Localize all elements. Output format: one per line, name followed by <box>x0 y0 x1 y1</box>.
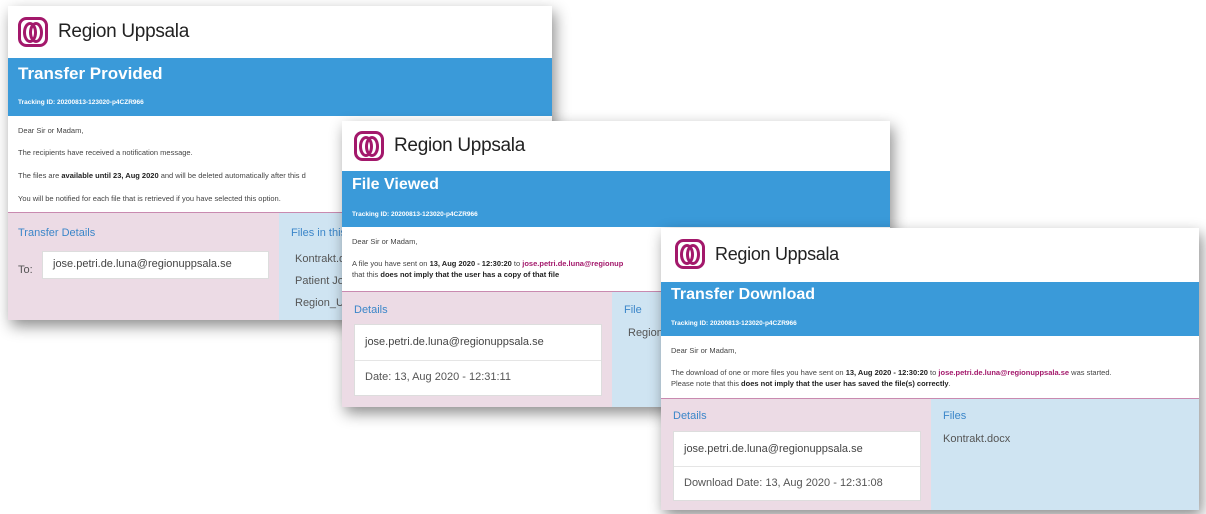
title-banner: File Viewed Tracking ID: 20200813-123020… <box>342 171 890 227</box>
message-text: A file you have sent on <box>352 259 430 268</box>
message-line-1: The recipients have received a notificat… <box>18 148 193 157</box>
message-text: to <box>511 259 523 268</box>
file-item[interactable]: Patient Jo <box>295 275 344 287</box>
message-text: to <box>927 368 939 377</box>
recipient-email: jose.petri.de.luna@regionuppsala.se <box>684 443 863 455</box>
brand-header: Region Uppsala <box>18 6 552 58</box>
file-item[interactable]: Kontrakt.docx <box>943 433 1010 445</box>
files-heading: Files <box>943 410 967 422</box>
details-panel: Details jose.petri.de.luna@regionuppsala… <box>661 399 931 510</box>
message-line-3: You will be notified for each file that … <box>18 194 281 203</box>
message-line-2: The files are available until 23, Aug 20… <box>18 171 306 181</box>
file-item[interactable]: Region <box>628 327 663 339</box>
disclaimer: does not imply that the user has saved t… <box>741 379 949 388</box>
region-uppsala-logo-icon <box>354 131 384 161</box>
message-text: Please note that this <box>671 379 742 388</box>
message-text: that this <box>352 270 381 279</box>
region-uppsala-logo-icon <box>675 239 705 269</box>
message-line-2: that this does not imply that the user h… <box>352 270 559 280</box>
brand-header: Region Uppsala <box>675 228 1199 280</box>
title-banner: Transfer Download Tracking ID: 20200813-… <box>661 282 1199 336</box>
brand-name: Region Uppsala <box>715 243 839 264</box>
availability-date: available until 23, Aug 2020 <box>61 171 159 180</box>
sent-date: 13, Aug 2020 - 12:30:20 <box>429 259 512 268</box>
details-panel: Details jose.petri.de.luna@regionuppsala… <box>342 292 612 407</box>
region-uppsala-logo-icon <box>18 17 48 47</box>
transfer-details-panel: Transfer Details To: jose.petri.de.luna@… <box>8 213 279 320</box>
message-text: and will be deleted automatically after … <box>158 171 306 180</box>
email-title: Transfer Download <box>671 286 816 303</box>
details-heading: Details <box>673 410 707 422</box>
recipient-email: jose.petri.de.luna@regionuppsala.se <box>53 258 232 270</box>
download-date: Download Date: 13, Aug 2020 - 12:31:08 <box>684 477 883 489</box>
recipient-email: jose.petri.de.luna@regionuppsala.se <box>365 336 544 348</box>
row-divider <box>355 360 601 361</box>
greeting: Dear Sir or Madam, <box>18 126 84 135</box>
details-box: jose.petri.de.luna@regionuppsala.se Down… <box>673 431 921 501</box>
greeting: Dear Sir or Madam, <box>352 237 418 246</box>
email-title: Transfer Provided <box>18 64 163 83</box>
message-text: . <box>948 379 951 388</box>
message-text: The files are <box>18 171 62 180</box>
message-line-1: The download of one or more files you ha… <box>671 368 1112 378</box>
file-item[interactable]: Region_U <box>295 297 344 309</box>
to-label: To: <box>18 264 33 276</box>
title-banner: Transfer Provided Tracking ID: 20200813-… <box>8 58 552 116</box>
message-line-1: A file you have sent on 13, Aug 2020 - 1… <box>352 259 623 269</box>
greeting: Dear Sir or Madam, <box>671 346 737 355</box>
message-line-2: Please note that this does not imply tha… <box>671 379 951 389</box>
recipient-email-link[interactable]: jose.petri.de.luna@regionuppsala.se <box>938 368 1069 377</box>
files-heading: Files in this <box>291 227 347 239</box>
disclaimer: does not imply that the user has a copy … <box>380 270 560 279</box>
recipient-email-field: jose.petri.de.luna@regionuppsala.se <box>42 251 269 279</box>
brand-header: Region Uppsala <box>354 121 890 171</box>
file-item[interactable]: Kontrakt.d <box>295 253 345 265</box>
details-box: jose.petri.de.luna@regionuppsala.se Date… <box>354 324 602 396</box>
files-heading: File <box>624 304 642 316</box>
row-divider <box>674 466 920 467</box>
transfer-details-heading: Transfer Details <box>18 227 96 239</box>
message-text: The download of one or more files you ha… <box>671 368 846 377</box>
brand-name: Region Uppsala <box>58 21 189 42</box>
email-title: File Viewed <box>352 176 439 193</box>
files-panel: Files Kontrakt.docx <box>931 399 1199 510</box>
brand-name: Region Uppsala <box>394 135 525 156</box>
details-heading: Details <box>354 304 388 316</box>
tracking-id: Tracking ID: 20200813-123020-p4CZR966 <box>18 99 144 106</box>
email-card-transfer-download: Region Uppsala Transfer Download Trackin… <box>661 228 1199 510</box>
message-text: was started. <box>1069 368 1112 377</box>
viewed-date: Date: 13, Aug 2020 - 12:31:11 <box>365 371 511 383</box>
tracking-id: Tracking ID: 20200813-123020-p4CZR966 <box>352 211 478 218</box>
recipient-email-link[interactable]: jose.petri.de.luna@regionup <box>522 259 623 268</box>
tracking-id: Tracking ID: 20200813-123020-p4CZR966 <box>671 320 797 327</box>
sent-date: 13, Aug 2020 - 12:30:20 <box>845 368 928 377</box>
